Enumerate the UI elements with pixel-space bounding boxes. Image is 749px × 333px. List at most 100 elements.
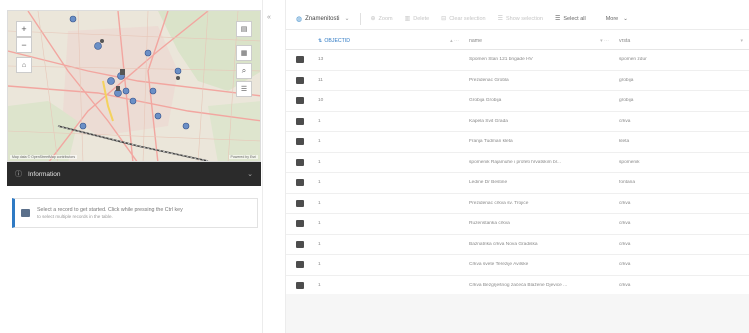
collapse-icon[interactable]: « — [267, 14, 271, 21]
search-icon[interactable]: ⌕ — [236, 63, 252, 79]
row-checkbox[interactable] — [296, 199, 304, 207]
zoom-in-button[interactable]: + — [16, 21, 32, 37]
cell-vrsta: grobija — [619, 77, 634, 83]
table-icon — [21, 209, 30, 217]
zoom-out-button[interactable]: − — [16, 37, 32, 53]
table-row[interactable]: 1 Baznatrika crkva Nova Gradiska crkva — [286, 235, 749, 255]
column-header-vrsta[interactable]: vrsta ▾ — [615, 38, 749, 44]
cell-objectid: 1 — [318, 241, 321, 247]
row-select[interactable] — [286, 76, 316, 84]
row-checkbox[interactable] — [296, 281, 304, 289]
map-view[interactable]: + − ⌂ ▤ ▦ ⌕ ☰ Map data © OpenStreetMap c… — [7, 10, 261, 162]
table-row[interactable]: 1 Ledine Dr Bestine fontana — [286, 173, 749, 194]
more-button[interactable]: More ⌄ — [606, 16, 628, 22]
row-select[interactable] — [286, 158, 316, 166]
layer-dropdown[interactable]: ◍ Znamenitosti ⌄ — [296, 15, 350, 23]
table-row[interactable]: 1 Ruzenstanka crkva crkva — [286, 214, 749, 235]
row-checkbox[interactable] — [296, 220, 304, 228]
row-checkbox[interactable] — [296, 158, 304, 166]
zoom-label: Zoom — [378, 15, 393, 22]
row-checkbox[interactable] — [296, 138, 304, 146]
chevron-down-icon: ⌄ — [344, 16, 350, 22]
table-row[interactable]: 13 Spomen Stan 121 brigade HV spomen zdur — [286, 50, 749, 71]
row-select[interactable] — [286, 240, 316, 248]
info-icon: ⓘ — [15, 171, 22, 178]
chevron-down-icon: ⌄ — [623, 15, 628, 22]
column-menu-icon[interactable]: ▾ — [740, 38, 743, 44]
table-row[interactable]: 1 Prezidenac crkva sv. Trojice crkva — [286, 194, 749, 214]
column-label: vrsta — [619, 37, 631, 44]
home-icon[interactable]: ⌂ — [16, 57, 32, 73]
cell-objectid: 1 — [318, 262, 321, 268]
row-select[interactable] — [286, 56, 316, 64]
cell-vrsta: crkva — [619, 118, 631, 124]
row-checkbox[interactable] — [296, 56, 304, 64]
row-select[interactable] — [286, 117, 316, 125]
cell-name: Ruzenstanka crkva — [469, 221, 510, 227]
cell-name: Grobija Grobija — [469, 98, 502, 104]
cell-objectid: 1 — [318, 200, 321, 206]
row-checkbox[interactable] — [296, 97, 304, 105]
table-footer — [286, 294, 749, 333]
table-row[interactable]: 1 Crkva svete Terezije Avilske crkva — [286, 255, 749, 276]
delete-label: Delete — [413, 15, 430, 22]
row-checkbox[interactable] — [296, 76, 304, 84]
column-header-name[interactable]: name ▾ ⋯ — [465, 38, 615, 44]
row-checkbox[interactable] — [296, 179, 304, 187]
row-select[interactable] — [286, 97, 316, 105]
basemap-icon[interactable]: ▦ — [236, 45, 252, 61]
more-label: More — [605, 15, 619, 22]
select-all-icon: ☰ — [554, 16, 561, 22]
column-header-objectid[interactable]: ⇅ OBJECTID ▴ ⋯ — [316, 38, 465, 44]
cell-vrsta: grobija — [619, 98, 634, 104]
cell-vrsta: crkva — [619, 282, 631, 288]
layers-icon[interactable]: ▤ — [236, 21, 252, 37]
row-select[interactable] — [286, 220, 316, 228]
map-canvas[interactable] — [8, 11, 261, 162]
cell-vrsta: spomenik — [619, 159, 640, 165]
table-row[interactable]: 11 Prezidenac Grobla grobija — [286, 71, 749, 91]
show-selection-button[interactable]: ☰ Show selection — [498, 15, 543, 23]
row-select[interactable] — [286, 281, 316, 289]
column-menu-icon[interactable]: ▾ ⋯ — [600, 38, 609, 44]
delete-button[interactable]: ▥ Delete — [404, 15, 430, 23]
legend-icon[interactable]: ☰ — [236, 81, 252, 97]
cell-objectid: 1 — [318, 282, 321, 288]
table-row[interactable]: 10 Grobija Grobija grobija — [286, 91, 749, 112]
cell-vrsta: kleta — [619, 139, 630, 145]
cell-name: Crkva Bezgrješnog začeća Blažene Djevice… — [469, 282, 568, 288]
column-label: name — [469, 37, 482, 44]
row-checkbox[interactable] — [296, 117, 304, 125]
layer-icon: ◍ — [296, 15, 303, 23]
zoom-button[interactable]: ⊕ Zoom — [371, 15, 393, 23]
table-row[interactable]: 1 Crkva Bezgrješnog začeća Blažene Djevic… — [286, 276, 749, 296]
row-checkbox[interactable] — [296, 240, 304, 248]
select-all-button[interactable]: ☰ Select all — [554, 15, 586, 23]
row-select[interactable] — [286, 179, 316, 187]
information-message: Select a record to get started. Click wh… — [12, 198, 258, 228]
row-checkbox[interactable] — [296, 261, 304, 269]
row-select[interactable] — [286, 138, 316, 146]
table-row[interactable]: 1 Franja Tudman kleta kleta — [286, 132, 749, 153]
row-select[interactable] — [286, 261, 316, 269]
information-title: Information — [28, 170, 61, 178]
clear-selection-button[interactable]: ⊟ Clear selection — [441, 15, 486, 23]
cell-name: Baznatrika crkva Nova Gradiska — [469, 241, 538, 247]
info-message-line1: Select a record to get started. Click wh… — [37, 207, 183, 213]
column-menu-icon[interactable]: ▴ ⋯ — [450, 38, 459, 44]
chevron-down-icon[interactable]: ⌄ — [247, 170, 253, 178]
clear-icon: ⊟ — [441, 16, 447, 22]
trash-icon: ▥ — [404, 16, 411, 22]
information-panel-header[interactable]: ⓘ Information ⌄ — [7, 162, 261, 186]
cell-vrsta: fontana — [619, 180, 636, 186]
show-selection-label: Show selection — [505, 15, 543, 22]
table-row[interactable]: 1 spomenik Rajamuhe i profeti hrvatskim b… — [286, 153, 749, 173]
cell-name: spomenik Rajamuhe i profeti hrvatskim br… — [469, 159, 561, 165]
cell-objectid: 1 — [318, 180, 321, 186]
table-toolbar: ◍ Znamenitosti ⌄ ⊕ Zoom ▥ Delete ⊟ Clear… — [286, 8, 749, 30]
cell-objectid: 1 — [318, 139, 321, 145]
table-row[interactable]: 1 Kapela Svit Grada crkva — [286, 112, 749, 132]
cell-name: Prezidenac Grobla — [469, 77, 509, 83]
row-select[interactable] — [286, 199, 316, 207]
clear-selection-label: Clear selection — [449, 15, 486, 22]
